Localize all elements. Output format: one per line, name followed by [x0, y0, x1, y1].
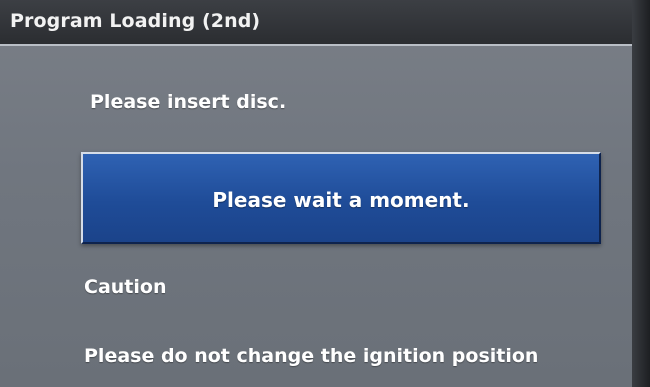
wait-message: Please wait a moment. [212, 188, 470, 212]
screen-bezel [632, 0, 650, 387]
display-screen: Program Loading (2nd) Please insert disc… [0, 0, 650, 387]
title-bar: Program Loading (2nd) [0, 0, 632, 46]
caution-label: Caution [84, 276, 167, 298]
wait-message-panel: Please wait a moment. [81, 152, 601, 244]
screen-title: Program Loading (2nd) [10, 10, 261, 32]
insert-disc-message: Please insert disc. [90, 91, 287, 113]
ignition-warning: Please do not change the ignition positi… [84, 345, 539, 367]
